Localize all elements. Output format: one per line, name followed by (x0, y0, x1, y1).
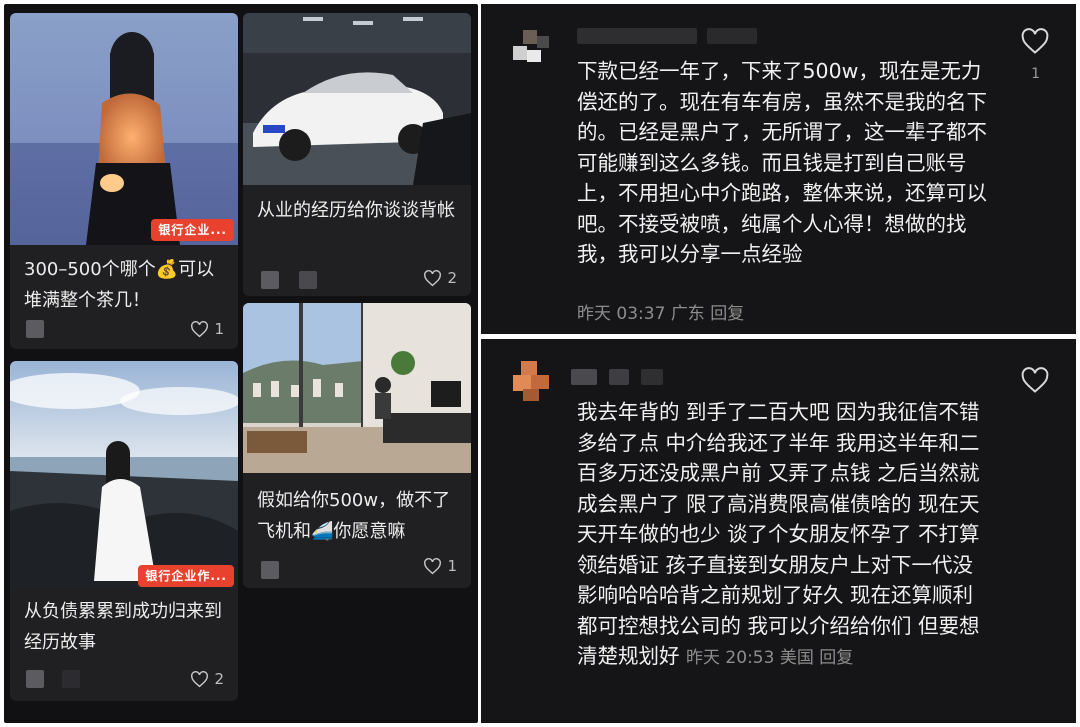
card-title: 假如给你500w，做不了飞机和🚄你愿意嘛 (257, 490, 451, 542)
author-avatar[interactable] (261, 271, 279, 289)
reply-button[interactable]: 回复 (710, 304, 744, 324)
heart-icon[interactable] (1020, 28, 1050, 55)
comment-text: 下款已经一年了，下来了500w，现在是无力偿还的了。现在有车有房，虽然不是我的名… (577, 59, 987, 266)
heart-icon (424, 557, 442, 574)
heart-icon (191, 670, 209, 687)
comment-item: 我去年背的 到手了二百大吧 因为我征信不错 多给了点 中介给我还了半年 我用这半… (481, 339, 1076, 723)
comment-text: 我去年背的 到手了二百大吧 因为我征信不错 多给了点 中介给我还了半年 我用这半… (577, 400, 980, 668)
feed-card[interactable]: 银行企业作... 从负债累累到成功归来到经历故事 2 (10, 361, 238, 701)
card-image-woman-sea (10, 13, 238, 245)
enterprise-tag: 银行企业作... (138, 565, 234, 587)
card-image-office-window (243, 303, 471, 473)
like-count: 1 (214, 320, 224, 338)
user-avatar[interactable] (509, 359, 553, 403)
like-count: 2 (214, 670, 224, 688)
card-image-woman-rocks (10, 361, 238, 589)
comment-list: 下款已经一年了，下来了500w，现在是无力偿还的了。现在有车有房，虽然不是我的名… (481, 4, 1076, 723)
heart-icon (191, 320, 209, 337)
author-avatar[interactable] (26, 320, 44, 338)
user-avatar[interactable] (509, 24, 553, 68)
like-button[interactable]: 1 (190, 320, 224, 338)
heart-icon[interactable] (1020, 367, 1050, 394)
like-count: 1 (447, 557, 457, 575)
author-name[interactable] (299, 271, 317, 289)
author-name[interactable] (62, 670, 80, 688)
like-button[interactable]: 1 (423, 557, 457, 575)
card-title: 从负债累累到成功归来到经历故事 (24, 601, 222, 653)
comment-time: 昨天 03:37 (577, 304, 666, 324)
username-extra (641, 369, 663, 385)
comment-item: 下款已经一年了，下来了500w，现在是无力偿还的了。现在有车有房，虽然不是我的名… (481, 4, 1076, 334)
enterprise-tag: 银行企业... (151, 219, 234, 241)
username-extra (609, 369, 629, 385)
reply-button[interactable]: 回复 (819, 648, 853, 668)
like-button[interactable]: 2 (190, 670, 224, 688)
card-image-car-showroom (243, 13, 471, 185)
comment-location: 广东 (670, 304, 705, 324)
username[interactable] (577, 28, 697, 44)
card-title: 300–500个哪个💰可以堆满整个茶几！ (24, 259, 215, 311)
feed-grid: 银行企业... 300–500个哪个💰可以堆满整个茶几！ 1 从业的经历给你谈谈… (4, 4, 478, 723)
feed-card[interactable]: 假如给你500w，做不了飞机和🚄你愿意嘛 1 (243, 303, 471, 588)
comment-meta: 昨天 20:53 美国 回复 (686, 648, 853, 668)
author-avatar[interactable] (261, 561, 279, 579)
comment-location: 美国 (779, 648, 814, 668)
heart-icon (424, 269, 442, 286)
feed-card[interactable]: 从业的经历给你谈谈背帐 2 (243, 13, 471, 296)
comment-meta: 昨天 03:37 广东 回复 (577, 302, 991, 326)
like-count: 1 (1031, 66, 1040, 82)
username[interactable] (571, 369, 597, 385)
author-avatar[interactable] (26, 670, 44, 688)
feed-card[interactable]: 银行企业... 300–500个哪个💰可以堆满整个茶几！ 1 (10, 13, 238, 349)
username-extra (707, 28, 757, 44)
like-button[interactable]: 2 (423, 269, 457, 287)
like-count: 2 (447, 269, 457, 287)
comment-time: 昨天 20:53 (686, 648, 775, 668)
card-title: 从业的经历给你谈谈背帐 (257, 200, 455, 221)
